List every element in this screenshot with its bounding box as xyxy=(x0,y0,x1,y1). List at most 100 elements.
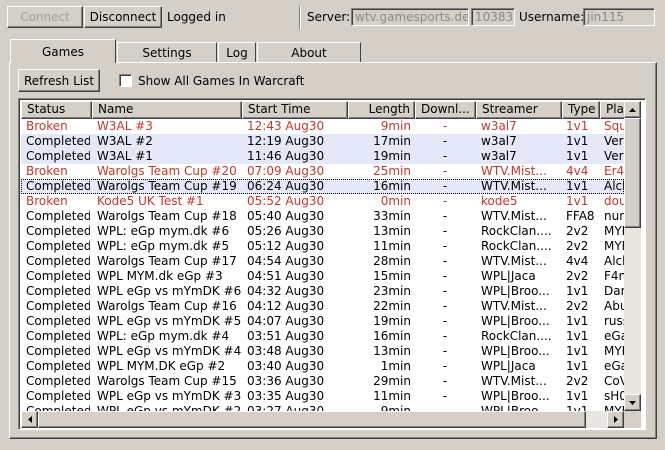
vertical-scroll-thumb[interactable] xyxy=(624,118,641,228)
table-row[interactable]: Completed W3AL #1 11:46 Aug30 19min - w3al7 1v… xyxy=(21,149,624,164)
cell-download: - xyxy=(442,284,448,298)
cell-type: 2v2 xyxy=(566,299,589,313)
cell-status: Completed xyxy=(26,374,90,388)
column-header-download[interactable]: Downl... xyxy=(415,101,476,119)
cell-download: - xyxy=(442,359,448,373)
horizontal-scrollbar[interactable] xyxy=(21,411,624,428)
toolbar-separator xyxy=(299,5,301,29)
column-header-length[interactable]: Length xyxy=(348,101,415,119)
tab-log[interactable]: Log xyxy=(218,42,256,62)
cell-status: Completed xyxy=(26,404,90,411)
table-row[interactable]: Completed Warolgs Team Cup #16 04:12 Aug30… xyxy=(21,299,624,314)
cell-length: 16min xyxy=(373,329,411,343)
table-row[interactable]: Completed Warolgs Team Cup #19 06:24 Aug30… xyxy=(21,179,624,194)
column-header-name[interactable]: Name xyxy=(92,101,242,119)
arrow-up-icon[interactable] xyxy=(624,101,641,118)
cell-download: - xyxy=(442,134,448,148)
cell-streamer: RockClan.... xyxy=(481,239,552,253)
arrow-left-icon[interactable] xyxy=(21,411,38,428)
cell-streamer: WPL|Jaca xyxy=(481,359,536,373)
cell-players: Abu xyxy=(604,299,624,313)
cell-streamer: WPL|Jaca xyxy=(481,269,536,283)
disconnect-button[interactable]: Disconnect xyxy=(84,6,162,28)
cell-name: W3AL #2 xyxy=(97,134,153,148)
cell-length: 9min xyxy=(380,404,411,411)
table-row[interactable]: Completed WPL MYM.dk eGp #3 04:51 Aug30 15m… xyxy=(21,269,624,284)
cell-status: Completed xyxy=(26,149,90,163)
table-row[interactable]: Completed WPL: eGp mym.dk #6 05:26 Aug30 13… xyxy=(21,224,624,239)
cell-streamer: w3al7 xyxy=(481,149,517,163)
table-row[interactable]: Completed Warolgs Team Cup #15 03:36 Aug30… xyxy=(21,374,624,389)
cell-streamer: RockClan.... xyxy=(481,329,552,343)
table-row[interactable]: Completed Warolgs Team Cup #17 04:54 Aug30… xyxy=(21,254,624,269)
cell-status: Broken xyxy=(26,119,68,133)
cell-download: - xyxy=(442,239,448,253)
cell-length: 28min xyxy=(373,254,411,268)
port-field[interactable]: 10383 xyxy=(471,8,515,26)
cell-type: 1v1 xyxy=(566,149,589,163)
cell-status: Broken xyxy=(26,164,68,178)
cell-download: - xyxy=(442,149,448,163)
column-header-players[interactable]: Play xyxy=(600,101,624,119)
server-field[interactable]: wtv.gamesports.de xyxy=(351,8,469,26)
scroll-corner xyxy=(624,411,641,428)
table-row[interactable]: Completed WPL: eGp mym.dk #5 05:12 Aug30 11… xyxy=(21,239,624,254)
cell-name: WPL: eGp mym.dk #6 xyxy=(97,224,230,238)
table-row[interactable]: Broken Kode5 UK Test #1 05:52 Aug30 0min - ko… xyxy=(21,194,624,209)
cell-players: russ xyxy=(604,314,624,328)
table-row[interactable]: Completed WPL eGp vs mYmDK #6 04:32 Aug30 2… xyxy=(21,284,624,299)
column-header-status[interactable]: Status xyxy=(21,101,92,119)
cell-type: 2v2 xyxy=(566,239,589,253)
horizontal-scroll-thumb[interactable] xyxy=(38,411,586,428)
cell-start-time: 04:51 Aug30 xyxy=(247,269,325,283)
table-row[interactable]: Completed Warolgs Team Cup #18 05:40 Aug30… xyxy=(21,209,624,224)
column-header-start-time[interactable]: Start Time xyxy=(242,101,348,119)
username-field[interactable]: jin115 xyxy=(583,8,655,26)
cell-players: MYM xyxy=(604,224,624,238)
cell-players: Alch xyxy=(604,179,624,193)
arrow-right-icon[interactable] xyxy=(607,411,624,428)
table-row[interactable]: Completed WPL: eGp mym.dk #4 03:51 Aug30 16… xyxy=(21,329,624,344)
table-row[interactable]: Completed W3AL #2 12:19 Aug30 17min - w3al7 1v… xyxy=(21,134,624,149)
table-row[interactable]: Completed WPL eGp vs mYmDK #3 03:35 Aug30 1… xyxy=(21,389,624,404)
show-all-games-checkbox[interactable] xyxy=(119,74,132,87)
cell-length: 13min xyxy=(373,344,411,358)
cell-streamer: WTV.Mist... xyxy=(481,374,547,388)
table-row[interactable]: Broken Warolgs Team Cup #20 07:09 Aug30 25m… xyxy=(21,164,624,179)
tab-settings[interactable]: Settings xyxy=(117,42,217,62)
cell-status: Completed xyxy=(26,329,90,343)
column-header-streamer[interactable]: Streamer xyxy=(476,101,562,119)
refresh-list-button[interactable]: Refresh List xyxy=(18,69,100,92)
cell-streamer: WPL|Broo... xyxy=(481,404,550,411)
table-row[interactable]: Completed WPL eGp vs mYmDK #4 03:48 Aug30 1… xyxy=(21,344,624,359)
connect-button[interactable]: Connect xyxy=(7,6,83,28)
arrow-down-icon[interactable] xyxy=(624,394,641,411)
column-header-type[interactable]: Type xyxy=(562,101,600,119)
table-row[interactable]: Completed WPL MYM.DK eGp #2 03:40 Aug30 1mi… xyxy=(21,359,624,374)
cell-type: 1v1 xyxy=(566,314,589,328)
cell-download: - xyxy=(442,224,448,238)
connection-status: Logged in xyxy=(167,10,226,24)
cell-status: Completed xyxy=(26,314,90,328)
tab-about[interactable]: About xyxy=(257,42,361,62)
vertical-scrollbar[interactable] xyxy=(624,101,641,411)
tab-games[interactable]: Games xyxy=(10,39,116,63)
cell-start-time: 05:40 Aug30 xyxy=(247,209,325,223)
cell-name: WPL eGp vs mYmDK #2 xyxy=(97,404,241,411)
table-row[interactable]: Broken W3AL #3 12:43 Aug30 9min - w3al7 1v1 Squ xyxy=(21,119,624,134)
table-row[interactable]: Completed WPL eGp vs mYmDK #5 04:07 Aug30 1… xyxy=(21,314,624,329)
cell-players: MYM xyxy=(604,404,624,411)
cell-players: Ver xyxy=(604,134,624,148)
table-row[interactable]: Completed WPL eGp vs mYmDK #2 03:27 Aug30 9… xyxy=(21,404,624,411)
cell-status: Completed xyxy=(26,134,90,148)
cell-name: WPL eGp vs mYmDK #4 xyxy=(97,344,241,358)
cell-download: - xyxy=(442,119,448,133)
cell-type: 2v2 xyxy=(566,374,589,388)
cell-status: Completed xyxy=(26,269,90,283)
cell-length: 11min xyxy=(373,389,411,403)
cell-status: Completed xyxy=(26,359,90,373)
cell-streamer: WPL|Broo... xyxy=(481,284,550,298)
cell-type: 1v1 xyxy=(566,344,589,358)
cell-name: Warolgs Team Cup #17 xyxy=(97,254,237,268)
cell-type: 4v4 xyxy=(566,164,589,178)
